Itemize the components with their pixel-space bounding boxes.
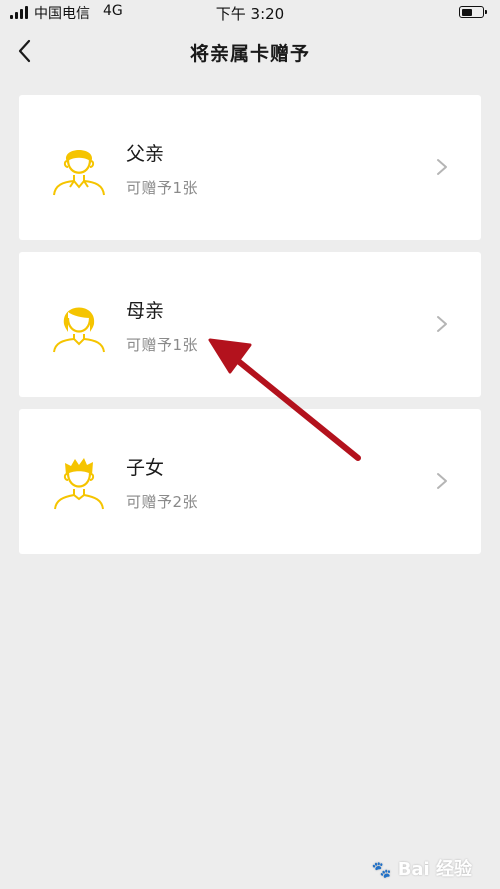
chevron-right-icon [437,159,447,175]
relation-card-father[interactable]: 父亲 可赠予1张 [19,95,481,240]
nav-bar: 将亲属卡赠予 [0,26,500,76]
relation-quota: 可赠予1张 [126,179,199,197]
relation-quota: 可赠予1张 [126,336,199,354]
father-avatar-icon [53,150,105,196]
watermark: 🐾 Bai 经验 [371,855,472,881]
relation-name: 子女 [126,457,165,479]
chevron-right-icon [437,473,447,489]
relation-card-child[interactable]: 子女 可赠予2张 [19,409,481,554]
battery-icon [459,6,487,18]
watermark-text: Bai 经验 [397,859,472,880]
status-bar: 中国电信 4G 下午 3:20 [0,0,500,26]
relation-name: 母亲 [126,300,165,322]
chevron-right-icon [437,316,447,332]
child-avatar-icon [54,458,104,510]
status-time: 下午 3:20 [215,5,285,23]
mother-avatar-icon [53,307,105,353]
relation-card-mother[interactable]: 母亲 可赠予1张 [19,252,481,397]
paw-icon: 🐾 [371,860,392,879]
relation-name: 父亲 [126,143,165,165]
page-title: 将亲属卡赠予 [189,43,310,65]
relation-quota: 可赠予2张 [126,493,199,511]
